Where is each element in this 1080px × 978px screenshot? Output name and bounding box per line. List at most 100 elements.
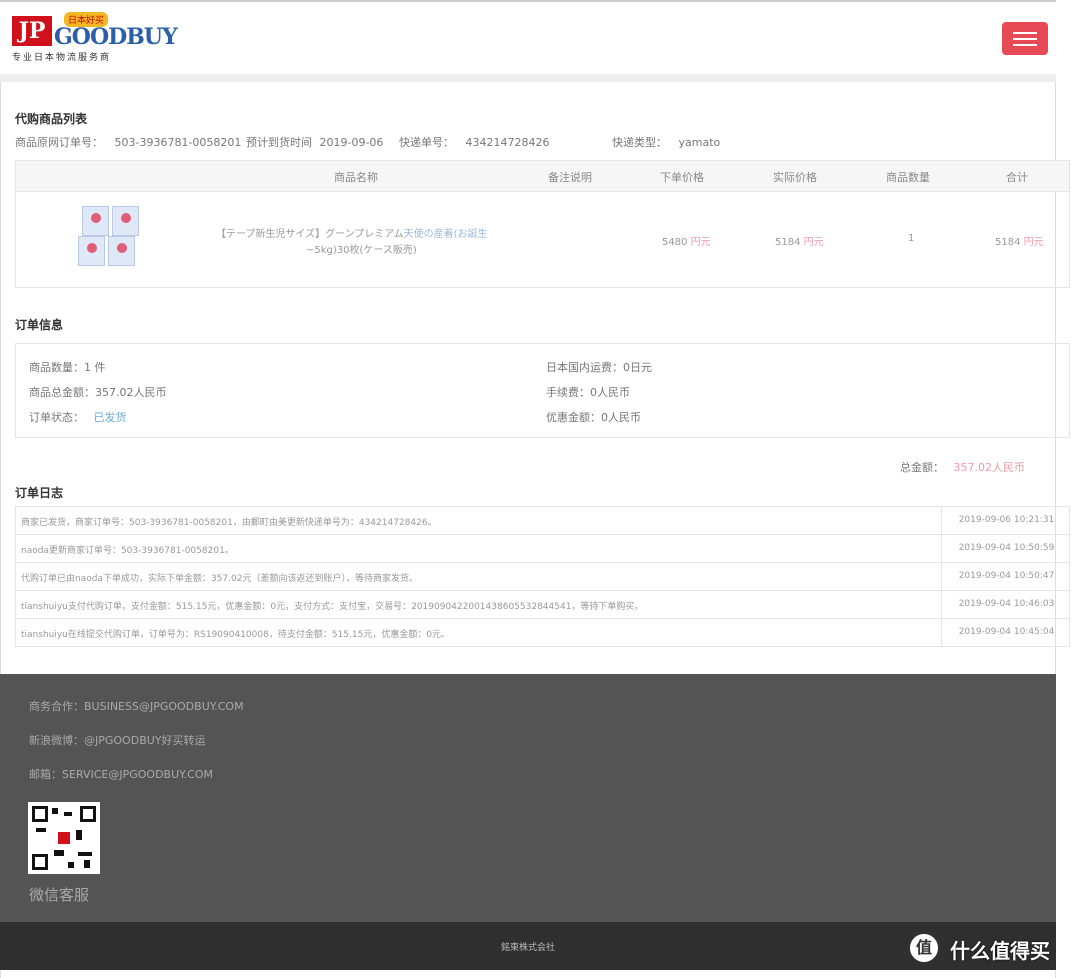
logo-badge: 日本好买: [64, 12, 109, 27]
log-row: tianshuiyu在线提交代购订单，订单号为：RS19090410008，待支…: [16, 619, 1069, 646]
actual-price-unit: 円元: [803, 237, 824, 248]
arrival-label: 预计到货时间: [246, 136, 312, 149]
copyright-bar: 銘東株式会社: [0, 922, 1056, 970]
tracking-meta: 快递单号： 434214728426: [399, 134, 549, 150]
product-table: 商品名称 备注说明 下单价格 实际价格 商品数量 合计 【テープ新生児サイズ】グ…: [15, 160, 1070, 288]
menu-icon-bar-3: [1013, 44, 1037, 46]
log-time: 2019-09-04 10:50:47: [941, 563, 1071, 590]
log-message: 代购订单已由naoda下单成功，实际下单金额：357.02元（差额向该返还到账户…: [21, 574, 418, 584]
product-table-header: 商品名称 备注说明 下单价格 实际价格 商品数量 合计: [16, 161, 1069, 192]
total-value: 5184: [995, 237, 1021, 248]
log-row: 代购订单已由naoda下单成功，实际下单金额：357.02元（差额向该返还到账户…: [16, 563, 1069, 591]
log-row: tianshuiyu支付代购订单，支付金额：515.15元，优惠金额：0元，支付…: [16, 591, 1069, 619]
menu-icon-bar-1: [1013, 32, 1037, 34]
product-pack-4: [108, 236, 135, 266]
order-log-title: 订单日志: [15, 486, 64, 500]
wechat-qr-code: [28, 802, 100, 874]
order-quantity: 商品数量：1 件: [29, 361, 106, 374]
quantity-cell: 1: [908, 233, 915, 244]
grand-total-value: 357.02人民币: [953, 461, 1026, 474]
domestic-shipping: 日本国内运费：0日元: [546, 361, 652, 374]
menu-icon-bar-2: [1013, 38, 1037, 40]
qr-module: [68, 862, 74, 868]
watermark-text: 什么值得买: [950, 939, 1050, 963]
log-message: tianshuiyu支付代购订单，支付金额：515.15元，优惠金额：0元，支付…: [21, 602, 644, 612]
product-list-title: 代购商品列表: [15, 112, 88, 126]
courier-meta: 快递类型： yamato: [612, 134, 720, 150]
zhi-icon: 值: [908, 932, 940, 964]
product-name-part-b: 天使の産着(お誕生: [403, 229, 488, 240]
log-message: tianshuiyu在线提交代购订单，订单号为：RS19090410008，待支…: [21, 630, 451, 640]
site-logo[interactable]: JP GOODBUY 日本好买 专业日本物流服务商: [12, 12, 178, 66]
grand-total-label: 总金额：: [900, 461, 944, 474]
footer-email-link[interactable]: 邮箱：SERVICE@JPGOODBUY.COM: [29, 766, 213, 782]
copyright-text: 銘東株式会社: [500, 943, 555, 953]
courier-label: 快递类型：: [612, 136, 667, 149]
product-name-line2[interactable]: ~5kg)30枚(ケース販売): [306, 241, 417, 256]
column-header-name: 商品名称: [334, 171, 378, 184]
product-name-link[interactable]: 【テープ新生児サイズ】グーンプレミアム天使の産着(お誕生: [216, 225, 488, 240]
log-row: naoda更新商家订单号：503-3936781-0058201。 2019-0…: [16, 535, 1069, 563]
product-name-part-a: 【テープ新生児サイズ】グーンプレミアム: [216, 229, 404, 240]
qr-module: [36, 828, 46, 832]
qr-corner-icon: [32, 854, 48, 870]
qr-corner-icon: [80, 806, 96, 822]
qr-label: 微信客服: [29, 886, 90, 904]
merchant-order-label: 商品原网订单号：: [15, 136, 103, 149]
log-message: naoda更新商家订单号：503-3936781-0058201。: [21, 546, 234, 556]
tracking-value: 434214728426: [465, 136, 550, 149]
column-header-quantity: 商品数量: [886, 171, 930, 184]
order-info-title: 订单信息: [15, 318, 64, 332]
log-row: 商家已发货，商家订单号：503-3936781-0058201，由郵町由美更新快…: [16, 507, 1069, 535]
arrival-meta: 预计到货时间 2019-09-06: [246, 134, 383, 150]
total-unit: 円元: [1023, 237, 1044, 248]
site-footer: 商务合作：BUSINESS@JPGOODBUY.COM 新浪微博：@JPGOOD…: [0, 674, 1056, 922]
qr-module: [76, 830, 82, 840]
log-time: 2019-09-04 10:50:59: [941, 535, 1071, 562]
arrival-value: 2019-09-06: [319, 136, 384, 149]
footer-weibo-link[interactable]: 新浪微博：@JPGOODBUY好买转运: [29, 732, 206, 748]
product-pack-3: [78, 236, 105, 266]
qr-module: [64, 812, 72, 816]
courier-value: yamato: [678, 136, 721, 149]
qr-corner-icon: [32, 806, 48, 822]
column-header-order-price: 下单价格: [660, 171, 704, 184]
log-time: 2019-09-06 10:21:31: [941, 507, 1071, 534]
product-image[interactable]: [78, 206, 142, 270]
order-price-value: 5480: [662, 237, 688, 248]
actual-price-value: 5184: [775, 237, 801, 248]
qr-module: [84, 860, 90, 868]
qr-module: [78, 852, 92, 856]
discount: 优惠金额：0人民币: [546, 411, 641, 424]
site-header: JP GOODBUY 日本好买 专业日本物流服务商: [0, 2, 1056, 74]
product-pack-2: [112, 206, 139, 236]
logo-jp-mark: JP: [12, 16, 52, 46]
service-fee: 手续费：0人民币: [546, 386, 630, 399]
column-header-actual-price: 实际价格: [773, 171, 817, 184]
header-divider: [0, 74, 1056, 82]
qr-logo-icon: [58, 832, 70, 844]
tracking-label: 快递单号：: [399, 136, 454, 149]
logo-goodbuy-text: GOODBUY: [54, 24, 178, 50]
order-price-cell: 5480 円元: [662, 233, 711, 248]
order-status-label: 订单状态：: [29, 411, 84, 424]
goods-total: 商品总金额：357.02人民币: [29, 386, 167, 399]
order-info-box: 商品数量：1 件 商品总金额：357.02人民币 订单状态： 已发货 日本国内运…: [15, 343, 1070, 438]
qr-module: [54, 850, 64, 856]
column-header-note: 备注说明: [548, 171, 592, 184]
order-status: 订单状态： 已发货: [29, 409, 127, 425]
footer-business-link[interactable]: 商务合作：BUSINESS@JPGOODBUY.COM: [29, 698, 244, 714]
log-time: 2019-09-04 10:45:04: [941, 619, 1071, 646]
log-message: 商家已发货，商家订单号：503-3936781-0058201，由郵町由美更新快…: [21, 518, 437, 528]
hamburger-menu-button[interactable]: [1002, 22, 1048, 55]
order-price-unit: 円元: [690, 237, 711, 248]
grand-total: 总金额： 357.02人民币: [900, 459, 1025, 475]
column-header-total: 合计: [1006, 171, 1028, 184]
log-time: 2019-09-04 10:46:03: [941, 591, 1071, 618]
logo-subtitle: 专业日本物流服务商: [12, 53, 112, 63]
qr-module: [52, 808, 58, 814]
actual-price-cell: 5184 円元: [775, 233, 824, 248]
merchant-order-meta: 商品原网订单号： 503-3936781-0058201: [15, 134, 241, 150]
order-log-table: 商家已发货，商家订单号：503-3936781-0058201，由郵町由美更新快…: [15, 506, 1070, 647]
product-pack-1: [82, 206, 109, 236]
